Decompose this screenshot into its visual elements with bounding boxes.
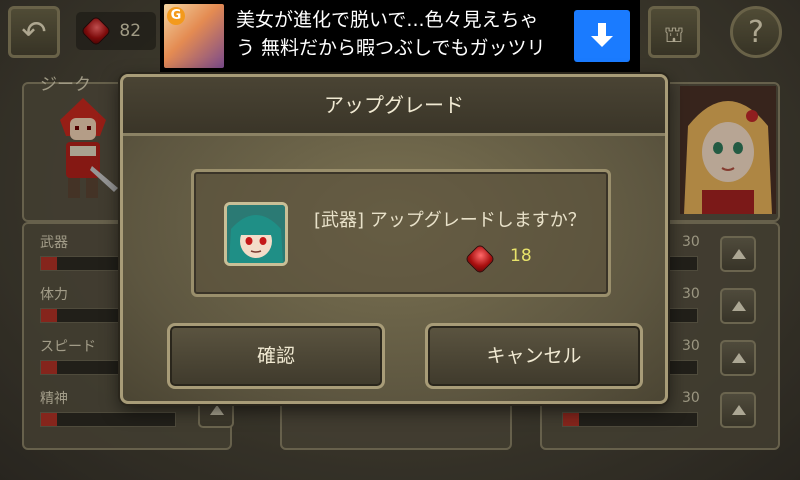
ad-text[interactable]: 美女が進化で脱いで...色々見えちゃ う 無料だから暇つぶしでもガッツリ [236, 6, 566, 62]
upgrade-dialog: アップグレード [武器] アップグレードしますか？ 18 確認 キャンセル [120, 74, 668, 404]
ad-banner[interactable]: G 美女が進化で脱いで...色々見えちゃ う 無料だから暇つぶしでもガッツリ [160, 0, 640, 72]
cancel-button[interactable]: キャンセル [425, 323, 643, 389]
upgrade-cost: 18 [510, 246, 532, 266]
upgrade-message-box: [武器] アップグレードしますか？ 18 [191, 169, 611, 297]
download-icon[interactable] [574, 10, 630, 62]
confirm-button[interactable]: 確認 [167, 323, 385, 389]
ad-line-2: う 無料だから暇つぶしでもガッツリ [236, 37, 546, 59]
ad-network-badge: G [167, 7, 185, 25]
cancel-label: キャンセル [486, 345, 582, 367]
red-gem-icon [465, 244, 495, 274]
character-head-icon [224, 202, 288, 266]
dialog-title: アップグレード [123, 77, 665, 136]
upgrade-question: [武器] アップグレードしますか？ [314, 210, 586, 231]
confirm-label: 確認 [256, 345, 295, 367]
ad-app-icon[interactable]: G [164, 4, 224, 68]
ad-line-1: 美女が進化で脱いで...色々見えちゃ [236, 9, 539, 31]
